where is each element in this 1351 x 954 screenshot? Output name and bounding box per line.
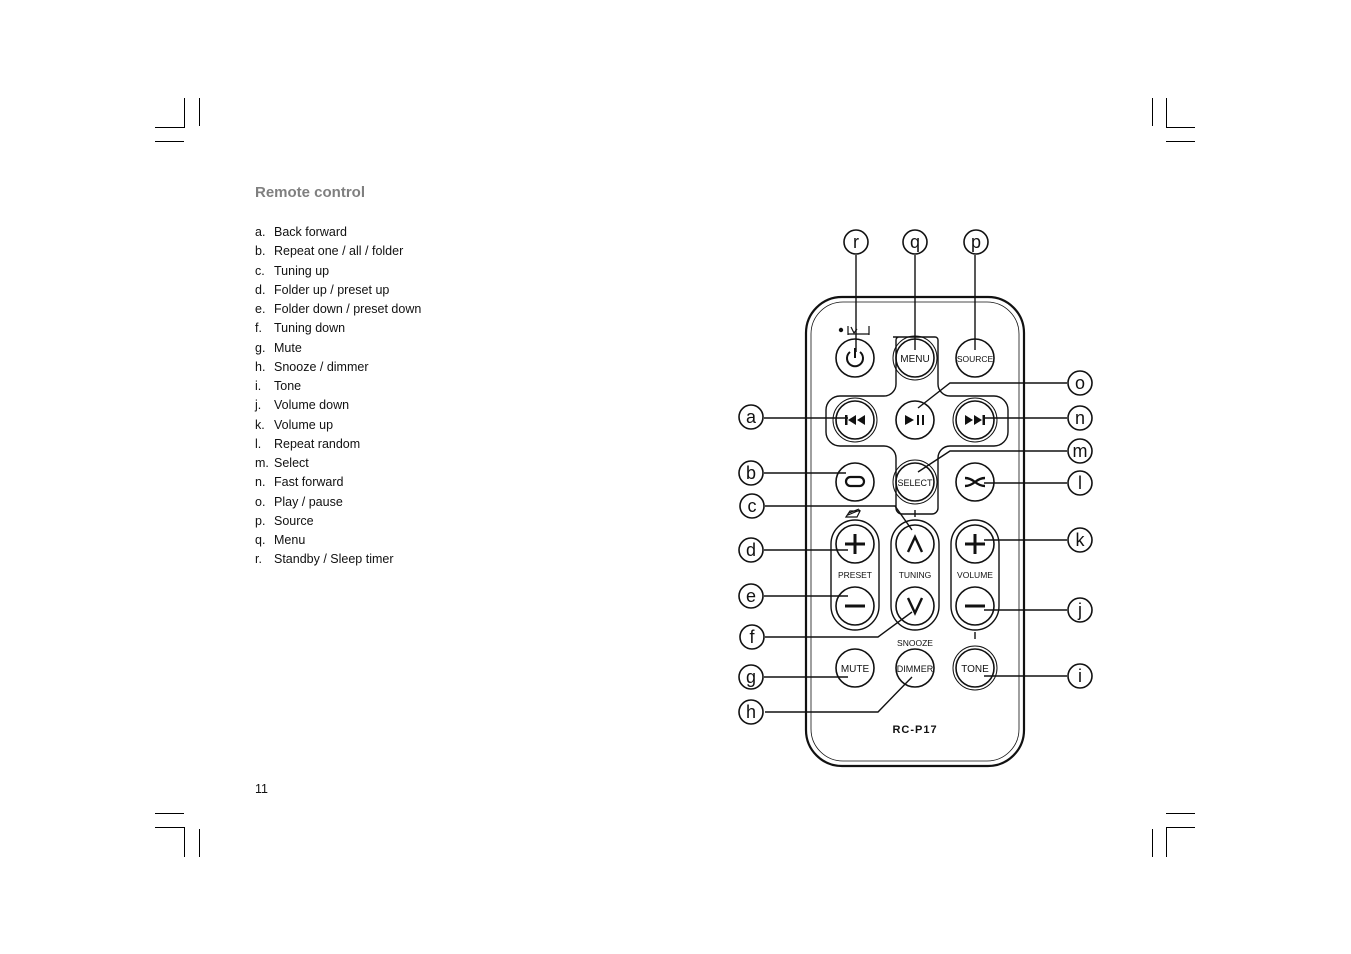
callout-l: l (1067, 470, 1093, 496)
select-button[interactable]: SELECT (892, 459, 938, 505)
tone-button-label: TONE (961, 664, 989, 675)
preset-label: PRESET (838, 570, 872, 580)
shuffle-icon (964, 476, 986, 488)
callout-r: r (843, 229, 869, 255)
svg-text:d: d (746, 540, 756, 560)
fast-forward-button[interactable] (952, 397, 998, 443)
callout-b: b (738, 460, 764, 486)
svg-text:c: c (748, 496, 757, 516)
repeat-icon (844, 475, 866, 488)
preset-up-button[interactable] (835, 524, 875, 564)
svg-text:n: n (1075, 408, 1085, 428)
svg-text:e: e (746, 586, 756, 606)
svg-text:o: o (1075, 373, 1085, 393)
repeat-button[interactable] (835, 462, 875, 502)
back-forward-button[interactable] (832, 397, 878, 443)
callout-q: q (902, 229, 928, 255)
svg-text:a: a (746, 407, 757, 427)
dimmer-button-label: DIMMER (897, 664, 934, 674)
play-pause-icon (905, 415, 924, 425)
svg-text:l: l (1078, 473, 1082, 493)
mute-button-label: MUTE (841, 664, 870, 675)
volume-up-button[interactable] (955, 524, 995, 564)
remote-body-inner-outline (810, 301, 1020, 762)
svg-text:g: g (746, 667, 756, 687)
source-button-label: SOURCE (957, 354, 994, 364)
svg-text:h: h (746, 702, 756, 722)
volume-label: VOLUME (957, 570, 993, 580)
plus-icon (965, 534, 985, 554)
menu-button-label: MENU (900, 354, 929, 365)
callout-d: d (738, 537, 764, 563)
tuning-up-button[interactable] (895, 524, 935, 564)
svg-text:k: k (1076, 530, 1086, 550)
model-label: RC-P17 (892, 724, 937, 736)
remote-control-diagram: MENU SOURCE SELECT PRESET TUNING VOLUME … (738, 229, 1093, 768)
callout-c: c (739, 493, 765, 519)
skip-back-icon (845, 415, 865, 425)
svg-text:m: m (1073, 441, 1088, 461)
callout-n: n (1067, 405, 1093, 431)
svg-text:r: r (853, 232, 859, 252)
callout-g: g (738, 664, 764, 690)
callout-i: i (1067, 663, 1093, 689)
skip-forward-icon (965, 415, 985, 425)
chevron-down-icon (906, 597, 924, 616)
plus-icon (845, 534, 865, 554)
callout-m: m (1067, 438, 1093, 464)
snooze-dimmer-button[interactable]: DIMMER (895, 648, 935, 688)
svg-text:p: p (971, 232, 981, 252)
standby-button[interactable] (835, 338, 875, 378)
svg-text:j: j (1077, 600, 1082, 620)
svg-text:b: b (746, 463, 756, 483)
select-button-label: SELECT (897, 478, 933, 488)
svg-text:q: q (910, 232, 920, 252)
callout-k: k (1067, 527, 1093, 553)
tone-button[interactable]: TONE (952, 645, 998, 691)
callout-j: j (1067, 597, 1093, 623)
callout-h: h (738, 699, 764, 725)
svg-text:i: i (1078, 666, 1082, 686)
tuning-label: TUNING (899, 570, 932, 580)
random-button[interactable] (955, 462, 995, 502)
callout-o: o (1067, 370, 1093, 396)
callout-f: f (739, 624, 765, 650)
chevron-up-icon (906, 534, 924, 553)
preset-down-button[interactable] (835, 586, 875, 626)
callout-e: e (738, 583, 764, 609)
mute-button[interactable]: MUTE (835, 648, 875, 688)
callout-a: a (738, 404, 764, 430)
play-pause-button[interactable] (895, 400, 935, 440)
snooze-label: SNOOZE (897, 638, 933, 648)
callout-p: p (963, 229, 989, 255)
sleep-timer-icon (838, 326, 870, 335)
folder-icon (844, 508, 861, 518)
volume-down-button[interactable] (955, 586, 995, 626)
